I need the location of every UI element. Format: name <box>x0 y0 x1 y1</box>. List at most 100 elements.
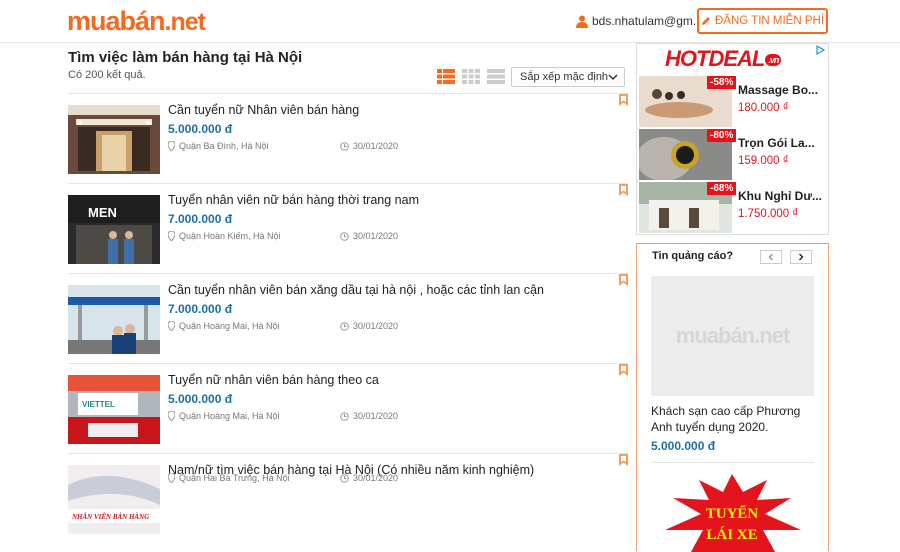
post-free-ad-button[interactable]: ĐĂNG TIN MIỄN PHÍ <box>697 8 828 34</box>
logo-suffix: .net <box>164 8 206 36</box>
listing-location: Quận Ba Đình, Hà Nội <box>168 141 269 151</box>
list-view-icon[interactable] <box>437 69 455 84</box>
site-logo[interactable]: muabán.net <box>67 6 206 37</box>
listing-title[interactable]: Tuyển nhân viên nữ bán hàng thời trang n… <box>168 193 419 207</box>
listing-title[interactable]: Cần tuyển nhân viên bán xăng dầu tại hà … <box>168 283 544 297</box>
listing-list: Cần tuyển nữ Nhân viên bán hàng 5.000.00… <box>68 93 628 543</box>
site-header: muabán.net bds.nhatulam@gm... ĐĂNG TIN M… <box>0 0 900 43</box>
placeholder-logo: muabán.net <box>675 323 790 348</box>
map-pin-icon <box>168 473 175 483</box>
deal-item[interactable]: -58% Massage Bo... 180.000 ₫ <box>639 76 827 127</box>
post-button-label: ĐĂNG TIN MIỄN PHÍ <box>714 15 825 27</box>
listing-location: Quận Hoàng Mai, Hà Nội <box>168 321 280 331</box>
listing-location: Quận Hoàng Mai, Hà Nội <box>168 411 280 421</box>
adchoices-icon[interactable] <box>816 45 825 55</box>
location-text: Quận Ba Đình, Hà Nội <box>179 141 269 151</box>
view-toggle <box>437 69 505 84</box>
bookmark-icon[interactable] <box>619 364 628 376</box>
listing-item[interactable]: VIETTEL Tuyển nữ nhân viên bán hàng theo… <box>68 363 628 453</box>
listing-item[interactable]: Cần tuyển nữ Nhân viên bán hàng 5.000.00… <box>68 93 628 183</box>
deal-price: 180.000 ₫ <box>738 102 789 114</box>
listing-price: 5.000.000 đ <box>168 122 233 136</box>
clock-icon <box>340 473 349 483</box>
discount-badge: -68% <box>707 182 737 195</box>
hotdeal-ad[interactable]: HOTDEAL .vn -58% Massage Bo... 180.000 ₫ … <box>636 43 829 235</box>
clock-icon <box>340 321 349 331</box>
grid-view-icon[interactable] <box>462 69 480 84</box>
date-text: 30/01/2020 <box>353 321 399 331</box>
clock-icon <box>340 411 349 421</box>
logo-text: muabán <box>67 6 166 36</box>
user-account[interactable]: bds.nhatulam@gm... <box>576 14 703 28</box>
date-text: 30/01/2020 <box>353 141 399 151</box>
deal-price: 1.750.000 ₫ <box>738 208 799 220</box>
compact-view-icon[interactable] <box>487 69 505 84</box>
ad-next-button[interactable] <box>790 250 812 264</box>
chevron-right-icon <box>798 253 804 261</box>
banner-text: NHÂN VIÊN BÁN HÀNG <box>71 513 149 521</box>
date-text: 30/01/2020 <box>353 411 399 421</box>
ad-placeholder-image[interactable]: muabán.net <box>651 276 814 396</box>
bookmark-icon[interactable] <box>619 274 628 286</box>
page-title: Tìm việc làm bán hàng tại Hà Nội <box>68 49 303 66</box>
map-pin-icon <box>168 231 175 241</box>
listing-thumbnail[interactable] <box>68 105 160 174</box>
listing-thumbnail[interactable]: NHÂN VIÊN BÁN HÀNG <box>68 465 160 534</box>
deal-name: Massage Bo... <box>738 83 819 97</box>
listing-title[interactable]: Tuyển nữ nhân viên bán hàng theo ca <box>168 373 379 387</box>
sponsored-box: Tin quảng cáo? muabán.net Khách sạn cao … <box>636 243 829 552</box>
clock-icon <box>340 231 349 241</box>
deal-item[interactable]: -80% Trọn Gói La... 159.000 ₫ <box>639 129 827 180</box>
map-pin-icon <box>168 411 175 421</box>
ad-price: 5.000.000 đ <box>651 439 716 453</box>
date-text: 30/01/2020 <box>353 231 399 241</box>
listing-price: 7.000.000 đ <box>168 302 233 316</box>
listing-date: 30/01/2020 <box>340 473 398 483</box>
map-pin-icon <box>168 141 175 151</box>
listing-item[interactable]: NHÂN VIÊN BÁN HÀNG Nam/nữ tìm việc bán h… <box>68 453 628 543</box>
sort-select[interactable]: Sắp xếp mặc định <box>511 67 625 87</box>
listing-price: 5.000.000 đ <box>168 392 233 406</box>
location-text: Quận Hai Bà Trưng, Hà Nội <box>179 473 290 483</box>
chevron-left-icon <box>768 253 774 261</box>
result-count: Có 200 kết quả. <box>68 69 146 81</box>
location-text: Quận Hoàng Mai, Hà Nội <box>179 321 280 331</box>
listing-thumbnail[interactable] <box>68 285 160 354</box>
deal-name: Khu Nghỉ Dư... <box>738 189 823 203</box>
listing-title[interactable]: Cần tuyển nữ Nhân viên bán hàng <box>168 103 359 117</box>
store-sign-text: VIETTEL <box>82 400 115 409</box>
bookmark-icon[interactable] <box>619 94 628 106</box>
listing-thumbnail[interactable]: VIETTEL <box>68 375 160 444</box>
banner-line-2: LÁI XE <box>706 526 757 543</box>
map-pin-icon <box>168 321 175 331</box>
discount-badge: -58% <box>707 76 737 89</box>
deal-item[interactable]: -68% Khu Nghỉ Dư... 1.750.000 ₫ <box>639 182 827 233</box>
ad-prev-button[interactable] <box>760 250 782 264</box>
ad-title[interactable]: Khách sạn cao cấp Phương Anh tuyển dụng … <box>651 403 811 435</box>
sort-label: Sắp xếp mặc định <box>520 71 609 83</box>
bookmark-icon[interactable] <box>619 454 628 466</box>
listing-date: 30/01/2020 <box>340 321 398 331</box>
hotdeal-logo-badge: .vn <box>765 54 782 67</box>
user-email: bds.nhatulam@gm... <box>592 14 703 28</box>
driver-recruit-banner[interactable]: TUYỂN LÁI XE <box>651 468 814 552</box>
listing-thumbnail[interactable]: MEN <box>68 195 160 264</box>
listing-price: 7.000.000 đ <box>168 212 233 226</box>
listing-item[interactable]: Cần tuyển nhân viên bán xăng dầu tại hà … <box>68 273 628 363</box>
store-sign-text: MEN <box>88 205 117 220</box>
user-icon <box>576 15 588 28</box>
chevron-down-icon <box>608 74 618 81</box>
location-text: Quận Hoàn Kiếm, Hà Nội <box>179 231 281 241</box>
sponsored-heading: Tin quảng cáo? <box>652 250 734 262</box>
clock-icon <box>340 141 349 151</box>
hotdeal-logo: HOTDEAL .vn <box>665 46 782 72</box>
listing-item[interactable]: MEN Tuyển nhân viên nữ bán hàng thời tra… <box>68 183 628 273</box>
divider <box>651 462 814 463</box>
location-text: Quận Hoàng Mai, Hà Nội <box>179 411 280 421</box>
deal-name: Trọn Gói La... <box>738 136 815 150</box>
listing-location: Quận Hai Bà Trưng, Hà Nội <box>168 473 290 483</box>
discount-badge: -80% <box>707 129 737 142</box>
listing-date: 30/01/2020 <box>340 231 398 241</box>
listing-date: 30/01/2020 <box>340 411 398 421</box>
bookmark-icon[interactable] <box>619 184 628 196</box>
